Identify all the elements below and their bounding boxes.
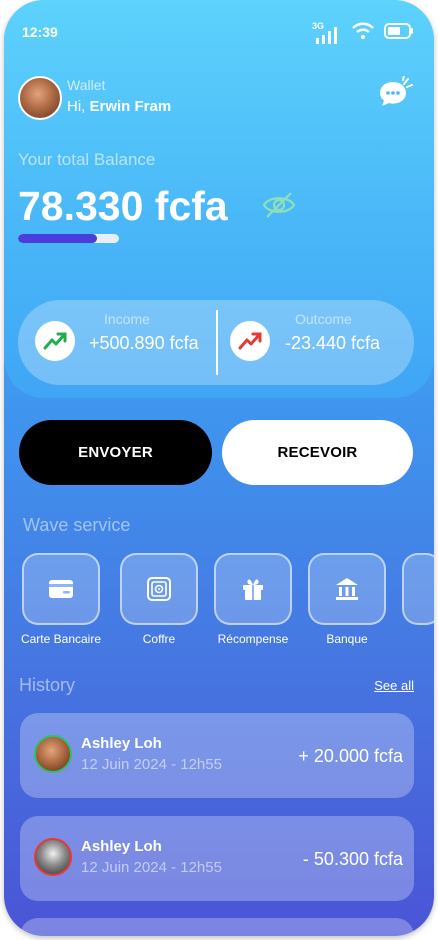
balance-amount: 78.330 fcfa: [18, 183, 228, 229]
receive-button[interactable]: RECEVOIR: [222, 420, 413, 485]
avatar: [34, 838, 72, 876]
bank-icon: [336, 578, 358, 600]
income-trend-icon: [35, 321, 75, 361]
battery-icon: [384, 23, 414, 44]
income-value: +500.890 fcfa: [89, 333, 199, 353]
income-title: Income: [104, 311, 150, 327]
history-amount: - 50.300 fcfa: [302, 849, 403, 869]
phone-screen: 12:39 3G Wallet Hi, Erwin Fram Your tota…: [4, 0, 434, 936]
signal-icon: 3G: [312, 21, 342, 44]
card-icon: [49, 580, 73, 598]
divider: [216, 310, 218, 375]
status-icons: 3G: [312, 21, 414, 45]
greeting: Wallet Hi, Erwin Fram: [67, 77, 171, 115]
income-outcome-card: Income +500.890 fcfa Outcome -23.440 fcf…: [18, 300, 414, 385]
hide-balance-icon[interactable]: [262, 190, 296, 225]
user-name: Erwin Fram: [89, 98, 172, 115]
history-item[interactable]: Ashley Loh 12 Juin 2024 - 12h55 + 20.000…: [20, 713, 414, 798]
gift-icon: [243, 579, 263, 600]
status-time: 12:39: [22, 24, 58, 40]
service-more[interactable]: [402, 553, 434, 625]
history-name: Ashley Loh: [81, 735, 162, 752]
service-carte-bancaire[interactable]: [22, 553, 100, 625]
balance-progress-bar: [18, 234, 119, 243]
history-item[interactable]: [20, 918, 414, 936]
service-label-banque: Banque: [326, 632, 368, 646]
outcome-title: Outcome: [295, 311, 352, 327]
send-button[interactable]: ENVOYER: [19, 420, 212, 485]
history-item[interactable]: Ashley Loh 12 Juin 2024 - 12h55 - 50.300…: [20, 816, 414, 901]
history-name: Ashley Loh: [81, 838, 162, 855]
see-all-link[interactable]: See all: [374, 678, 414, 693]
safe-icon: [147, 577, 171, 601]
history-date: 12 Juin 2024 - 12h55: [81, 859, 222, 876]
history-title: History: [19, 675, 76, 695]
services-title: Wave service: [23, 515, 131, 535]
notification-chat-icon[interactable]: [378, 75, 414, 113]
wallet-label: Wallet: [67, 77, 106, 93]
avatar[interactable]: [18, 76, 62, 120]
outcome-value: -23.440 fcfa: [285, 333, 381, 353]
service-coffre[interactable]: [120, 553, 198, 625]
wifi-icon: [352, 22, 374, 45]
balance-progress-fill: [18, 234, 97, 243]
user-greeting: Hi, Erwin Fram: [67, 98, 172, 115]
balance-label: Your total Balance: [18, 150, 156, 169]
service-banque[interactable]: [308, 553, 386, 625]
history-date: 12 Juin 2024 - 12h55: [81, 756, 222, 773]
outcome-trend-icon: [230, 321, 270, 361]
history-amount: + 20.000 fcfa: [298, 746, 403, 766]
service-recompense[interactable]: [214, 553, 292, 625]
service-label-carte-bancaire: Carte Bancaire: [20, 632, 102, 646]
avatar: [34, 735, 72, 773]
